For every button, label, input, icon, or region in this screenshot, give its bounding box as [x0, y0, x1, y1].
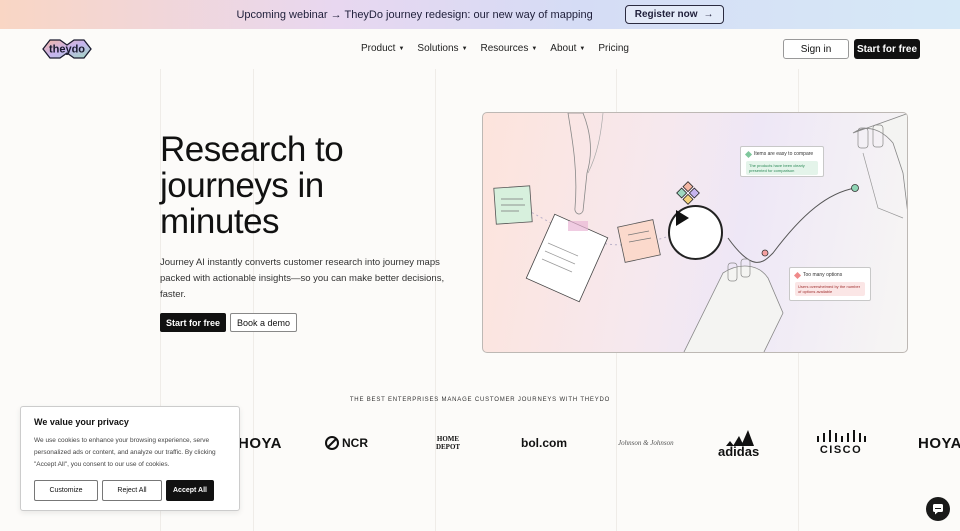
- enterprises-heading: THE BEST ENTERPRISES MANAGE CUSTOMER JOU…: [349, 397, 611, 403]
- logo-hoya: HOYA: [238, 434, 282, 452]
- accept-all-button[interactable]: Accept All: [166, 480, 214, 501]
- hero-description: Journey AI instantly converts customer r…: [160, 257, 445, 300]
- book-a-demo-button[interactable]: Book a demo: [230, 313, 297, 332]
- top-nav: theydo Product ▼ Solutions ▼ Resources ▼ Ab…: [0, 29, 960, 69]
- chevron-down-icon: ▼: [398, 45, 405, 52]
- cisco-bars-icon: [817, 430, 866, 442]
- menu-item-product[interactable]: Product ▼: [361, 43, 404, 54]
- logo-wordmark: theydo: [49, 44, 85, 56]
- logo-hoya: HOYA: [918, 434, 960, 452]
- customize-button[interactable]: Customize: [34, 480, 98, 501]
- menu-item-pricing[interactable]: Pricing: [598, 43, 629, 54]
- logo-home-depot: HOME DEPOT: [435, 435, 461, 451]
- logo-ncr: NCR: [325, 430, 368, 456]
- reject-all-button[interactable]: Reject All: [102, 480, 162, 501]
- start-for-free-nav-button[interactable]: Start for free: [854, 39, 920, 59]
- hero-title: Research to journeys in minutes: [160, 130, 344, 241]
- positive-diamond-icon: [744, 150, 753, 158]
- arrow-right-icon: →: [703, 9, 714, 20]
- chevron-down-icon: ▼: [531, 45, 538, 52]
- menu-item-solutions[interactable]: Solutions ▼: [417, 43, 467, 54]
- negative-diamond-icon: [793, 271, 802, 279]
- register-now-label: Register now: [634, 9, 698, 20]
- menu-item-resources[interactable]: Resources ▼: [481, 43, 538, 54]
- chevron-down-icon: ▼: [461, 45, 468, 52]
- theydo-logo[interactable]: theydo: [40, 35, 94, 63]
- announcement-banner: Upcoming webinar → TheyDo journey redesi…: [0, 0, 960, 29]
- cookie-title: We value your privacy: [34, 417, 129, 427]
- ncr-mark-icon: [325, 436, 339, 450]
- main-menu: Product ▼ Solutions ▼ Resources ▼ About ▼ Pr…: [361, 43, 629, 54]
- chevron-down-icon: ▼: [579, 45, 586, 52]
- play-button[interactable]: [668, 205, 723, 260]
- chat-launcher-button[interactable]: [926, 497, 950, 521]
- hero-video[interactable]: Items are easy to compare The products h…: [482, 112, 908, 353]
- register-now-button[interactable]: Register now →: [624, 5, 724, 24]
- logo-bol: bol.com: [521, 436, 568, 450]
- insight-card-positive: Items are easy to compare The products h…: [740, 146, 824, 177]
- logo-cisco: CISCO: [816, 430, 866, 460]
- logo-johnson-johnson: Johnson & Johnson: [618, 439, 674, 447]
- menu-item-about[interactable]: About ▼: [550, 43, 585, 54]
- play-icon: [676, 210, 689, 226]
- insight-card-negative: Too many options Users overwhelmed by th…: [789, 267, 871, 301]
- sign-in-button[interactable]: Sign in: [783, 39, 849, 59]
- cookie-body: We use cookies to enhance your browsing …: [34, 437, 216, 468]
- logo-adidas: adidas: [718, 428, 759, 462]
- cookie-consent-dialog: We value your privacy We use cookies to …: [20, 406, 240, 511]
- chat-icon: [933, 504, 943, 515]
- banner-message: Upcoming webinar → TheyDo journey redesi…: [236, 8, 593, 21]
- start-for-free-button[interactable]: Start for free: [160, 313, 226, 332]
